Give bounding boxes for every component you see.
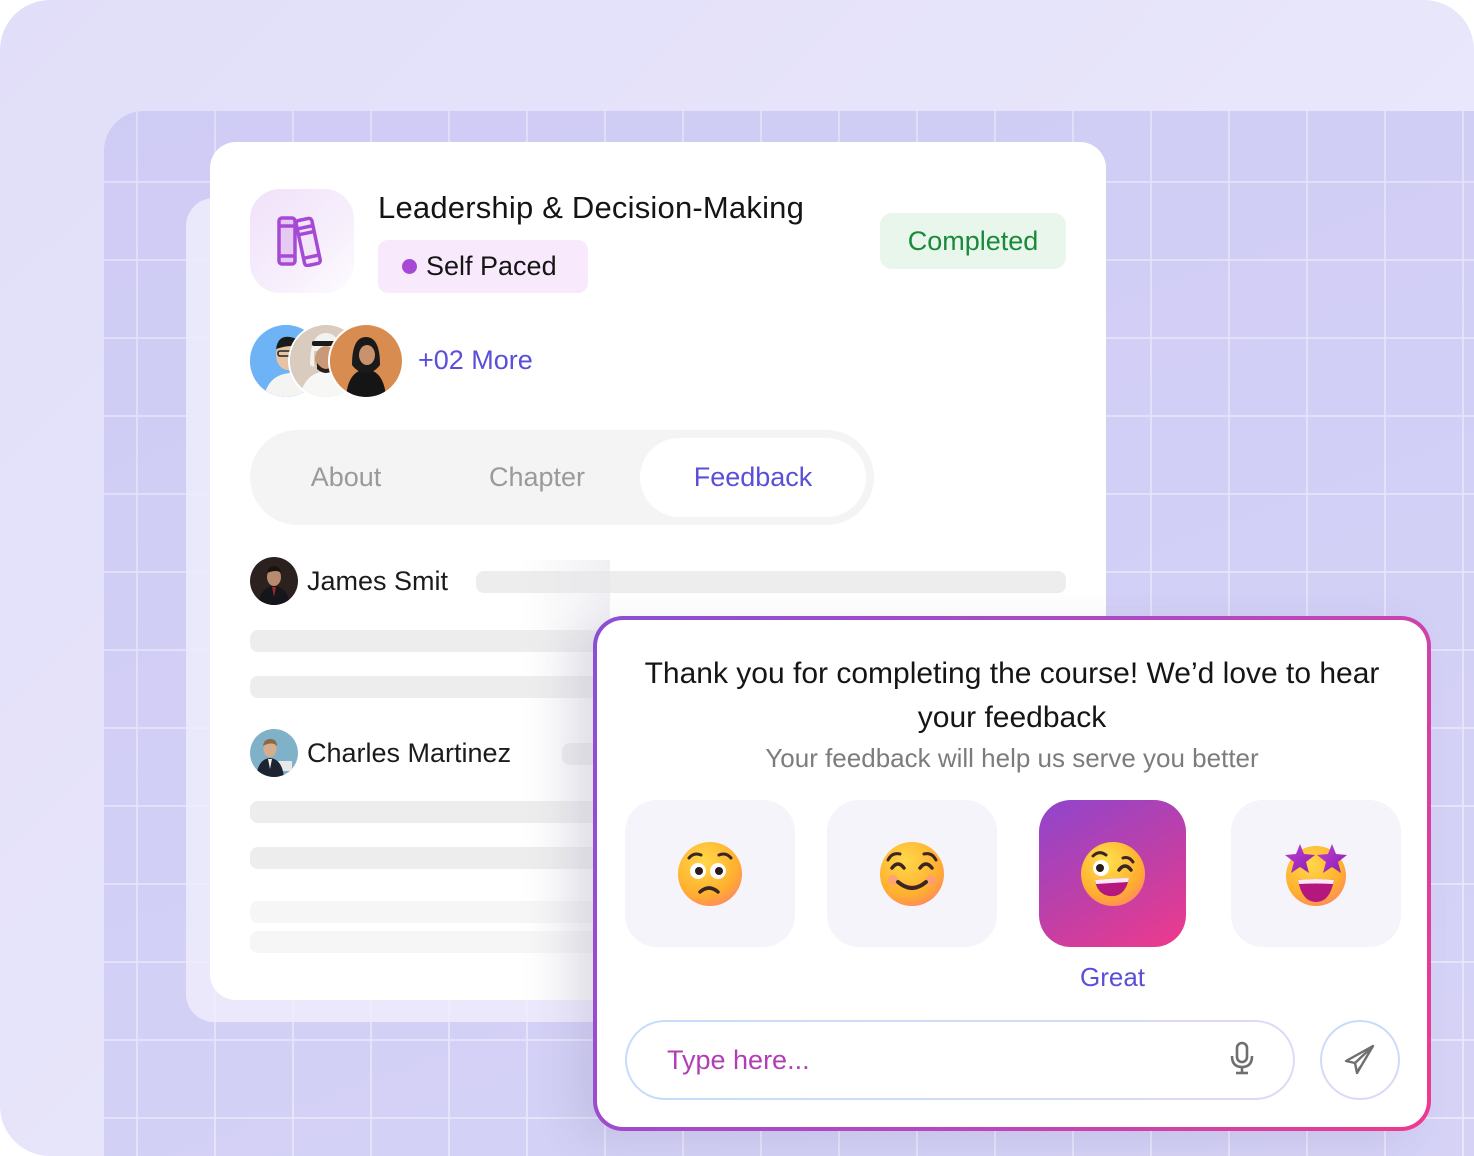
course-tabs: About Chapter Feedback xyxy=(250,430,874,525)
participant-avatars[interactable] xyxy=(250,325,410,397)
pace-dot-icon xyxy=(402,259,417,274)
review-item: James Smit xyxy=(250,557,448,605)
feedback-subtitle: Your feedback will help us serve you bet… xyxy=(765,743,1259,773)
reviewer-name: Charles Martinez xyxy=(307,737,512,768)
reviewer-avatar xyxy=(250,729,298,777)
course-icon-tile xyxy=(250,189,354,293)
feedback-input-wrapper xyxy=(625,1020,1295,1100)
course-title: Leadership & Decision-Making xyxy=(378,190,805,225)
microphone-icon[interactable] xyxy=(1229,1041,1255,1080)
paper-plane-icon xyxy=(1344,1044,1375,1075)
feedback-input[interactable] xyxy=(665,1043,1229,1077)
star-struck-face-icon xyxy=(1285,843,1347,906)
reviewer-avatar xyxy=(250,557,298,605)
tab-chapter[interactable]: Chapter xyxy=(448,438,626,517)
review-item: Charles Martinez xyxy=(250,729,511,777)
avatar xyxy=(330,325,402,397)
pace-chip: Self Paced xyxy=(378,240,588,293)
winking-face-icon xyxy=(1080,841,1145,906)
books-icon xyxy=(277,216,323,267)
rating-selected-label: Great xyxy=(1079,962,1146,992)
send-button[interactable] xyxy=(1320,1020,1400,1100)
rating-option-excellent[interactable] xyxy=(1231,800,1401,947)
rating-option-worried[interactable] xyxy=(625,800,795,947)
worried-face-icon xyxy=(678,841,742,906)
reviewer-name: James Smit xyxy=(307,565,449,596)
more-participants-link[interactable]: +02 More xyxy=(418,345,533,376)
rating-option-great[interactable] xyxy=(1039,800,1186,947)
pace-label: Self Paced xyxy=(426,251,557,281)
tab-about[interactable]: About xyxy=(258,438,434,517)
tab-feedback[interactable]: Feedback xyxy=(640,438,866,517)
feedback-title: Thank you for completing the course! We’… xyxy=(644,657,1380,734)
rating-option-happy[interactable] xyxy=(827,800,997,947)
feedback-modal: Thank you for completing the course! We’… xyxy=(593,616,1431,1131)
status-badge: Completed xyxy=(880,213,1066,269)
smiling-face-icon xyxy=(880,841,944,906)
